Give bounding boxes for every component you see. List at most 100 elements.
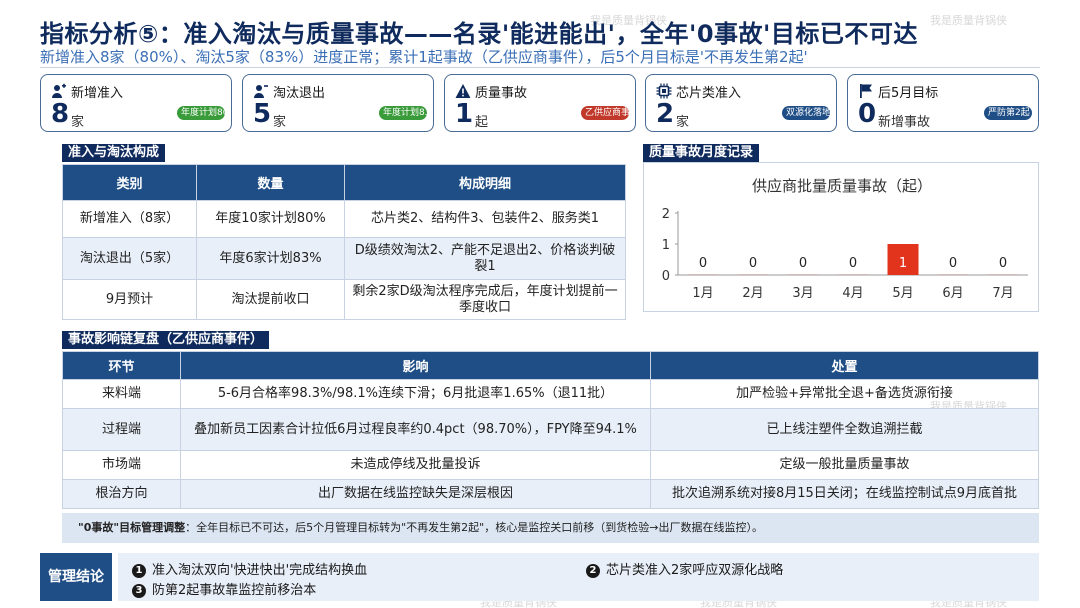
- table-row: 根治方向 出厂数据在线监控缺失是深层根因 批次追溯系统对接8月15日关闭；在线监…: [62, 479, 1039, 509]
- data-label: 0: [949, 256, 957, 271]
- incident-bar-chart: 供应商批量质量事故（起） 0 1 2 0 1月 0 2月 0 3月 0 4月 1 5月 0 6月 0 7月: [662, 177, 1028, 301]
- conclusion-text: 准入淘汰双向'快进快出'完成结构换血: [152, 563, 368, 578]
- chart-bar: [937, 274, 969, 275]
- table-cell: 叠加新员工因素合计拉低6月过程良率约0.4pct（98.70%），FPY降至94…: [180, 408, 651, 451]
- note-text: ：全年目标已不可达，后5个月管理目标转为"不再发生第2起"，核心是监控关口前移（…: [185, 521, 763, 534]
- conclusion-item: 2 芯片类准入2家呼应双源化战略: [586, 559, 783, 578]
- kpi-card-target: 后5月目标 0 新增事故 严防第2起: [847, 74, 1039, 132]
- incident-chart-panel: 供应商批量质量事故（起） 0 1 2 0 1月 0 2月 0 3月 0 4月 1 5月 0 6月 0 7月: [643, 162, 1039, 312]
- table-cell: 根治方向: [62, 479, 181, 509]
- target-adjustment-note: "0事故"目标管理调整：全年目标已不可达，后5个月管理目标转为"不再发生第2起"…: [62, 513, 1039, 543]
- chart-bar: [837, 274, 869, 275]
- table-cell: 年度10家计划80%: [196, 200, 345, 238]
- data-label: 0: [999, 256, 1007, 271]
- page-title: 指标分析⑤：准入淘汰与质量事故——名录'能进能出'，全年'0事故'目标已不可达: [40, 20, 918, 48]
- section-label-admission: 准入与淘汰构成: [62, 144, 166, 162]
- table-row: 淘汰退出（5家） 年度6家计划83% D级绩效淘汰2、产能不足退出2、价格谈判破…: [62, 237, 626, 280]
- chart-bar: [687, 274, 719, 275]
- chart-title: 供应商批量质量事故（起）: [752, 177, 932, 195]
- table-cell: 已上线注塑件全数追溯拦截: [650, 408, 1039, 451]
- kpi-value: 8: [51, 99, 70, 129]
- kpi-badge: 年度计划80%: [177, 106, 225, 120]
- data-label: 0: [849, 256, 857, 271]
- table-header: 类别: [62, 164, 197, 201]
- kpi-badge: 年度计划83%: [379, 106, 427, 120]
- admission-table: 类别 数量 构成明细 新增准入（8家） 年度10家计划80% 芯片类2、结构件3…: [62, 164, 626, 320]
- kpi-card-chip-admission: 芯片类准入 2 家 双源化落地: [645, 74, 837, 132]
- kpi-value: 5: [253, 99, 272, 129]
- chart-bar: [987, 274, 1019, 275]
- kpi-card-quality-incident: 质量事故 1 起 乙供应商事件: [444, 74, 636, 132]
- x-tick-label: 4月: [842, 286, 863, 301]
- section-label-impact-chain: 事故影响链复盘（乙供应商事件）: [62, 331, 270, 349]
- conclusion-box: 1 准入淘汰双向'快进快出'完成结构换血 2 芯片类准入2家呼应双源化战略 3 防第2…: [118, 553, 1039, 601]
- table-cell: 剩余2家D级淘汰程序完成后，年度计划提前一季度收口: [344, 279, 626, 320]
- kpi-value: 1: [455, 99, 474, 129]
- table-row: 新增准入（8家） 年度10家计划80% 芯片类2、结构件3、包装件2、服务类1: [62, 200, 626, 238]
- table-cell: 过程端: [62, 408, 181, 451]
- table-cell: D级绩效淘汰2、产能不足退出2、价格谈判破裂1: [344, 237, 626, 280]
- table-header: 处置: [650, 351, 1039, 380]
- table-header: 数量: [196, 164, 345, 201]
- kpi-label: 后5月目标: [878, 86, 939, 101]
- table-cell: 市场端: [62, 450, 181, 480]
- x-tick-label: 7月: [992, 286, 1013, 301]
- kpi-unit: 起: [475, 115, 489, 130]
- note-lead: "0事故"目标管理调整: [78, 521, 186, 534]
- table-header: 构成明细: [344, 164, 626, 201]
- conclusion-number: 1: [132, 564, 146, 578]
- flag-icon: [860, 84, 872, 98]
- conclusion-number: 3: [132, 584, 146, 598]
- x-tick-label: 2月: [742, 286, 763, 301]
- kpi-label: 芯片类准入: [676, 86, 742, 101]
- table-row: 9月预计 淘汰提前收口 剩余2家D级淘汰程序完成后，年度计划提前一季度收口: [62, 279, 626, 320]
- kpi-badge: 乙供应商事件: [581, 106, 629, 120]
- y-tick-label: 2: [662, 207, 670, 222]
- kpi-card-new-admission: 新增准入 8 家 年度计划80%: [40, 74, 232, 132]
- table-header: 环节: [62, 351, 181, 380]
- y-tick-label: 0: [662, 269, 670, 284]
- y-tick-label: 1: [662, 238, 670, 253]
- kpi-value: 0: [858, 99, 877, 129]
- table-cell: 新增准入（8家）: [62, 200, 197, 238]
- table-header: 影响: [180, 351, 651, 380]
- conclusion-label: 管理结论: [40, 553, 112, 601]
- conclusion-text: 芯片类准入2家呼应双源化战略: [606, 563, 784, 578]
- impact-chain-table: 环节 影响 处置 来料端 5-6月合格率98.3%/98.1%连续下滑；6月批退…: [62, 351, 1039, 509]
- warning-icon: [455, 84, 471, 98]
- page-subtitle: 新增准入8家（80%）、淘汰5家（83%）进度正常；累计1起事故（乙供应商事件）…: [40, 48, 808, 66]
- x-tick-label: 3月: [792, 286, 813, 301]
- person-add-icon: [52, 83, 66, 98]
- kpi-unit: 家: [71, 115, 85, 130]
- table-row: 来料端 5-6月合格率98.3%/98.1%连续下滑；6月批退率1.65%（退1…: [62, 379, 1039, 409]
- table-cell: 淘汰退出（5家）: [62, 237, 197, 280]
- kpi-unit: 新增事故: [878, 115, 931, 130]
- data-label: 0: [699, 256, 707, 271]
- kpi-label: 淘汰退出: [273, 86, 326, 101]
- watermark: 我是质量背锅侠: [930, 14, 1007, 27]
- table-cell: 加严检验+异常批全退+备选货源衔接: [650, 379, 1039, 409]
- title-divider: [40, 67, 1040, 68]
- table-cell: 淘汰提前收口: [196, 279, 345, 320]
- kpi-unit: 家: [273, 115, 287, 130]
- table-cell: 5-6月合格率98.3%/98.1%连续下滑；6月批退率1.65%（退11批）: [180, 379, 651, 409]
- kpi-badge: 严防第2起: [984, 106, 1032, 120]
- table-cell: 芯片类2、结构件3、包装件2、服务类1: [344, 200, 626, 238]
- data-label: 0: [799, 256, 807, 271]
- table-cell: 定级一般批量质量事故: [650, 450, 1039, 480]
- chart-bar: [787, 274, 819, 275]
- conclusion-text: 防第2起事故靠监控前移治本: [152, 583, 317, 598]
- data-label: 1: [899, 256, 907, 271]
- x-tick-label: 5月: [892, 286, 913, 301]
- kpi-label: 质量事故: [475, 86, 528, 101]
- table-cell: 来料端: [62, 379, 181, 409]
- table-row: 过程端 叠加新员工因素合计拉低6月过程良率约0.4pct（98.70%），FPY…: [62, 408, 1039, 451]
- x-tick-label: 1月: [692, 286, 713, 301]
- kpi-badge: 双源化落地: [782, 106, 830, 120]
- person-remove-icon: [254, 85, 268, 98]
- section-label-incident-record: 质量事故月度记录: [643, 144, 760, 162]
- table-cell: 出厂数据在线监控缺失是深层根因: [180, 479, 651, 509]
- x-tick-label: 6月: [942, 286, 963, 301]
- kpi-value: 2: [656, 99, 675, 129]
- chart-bar: [737, 274, 769, 275]
